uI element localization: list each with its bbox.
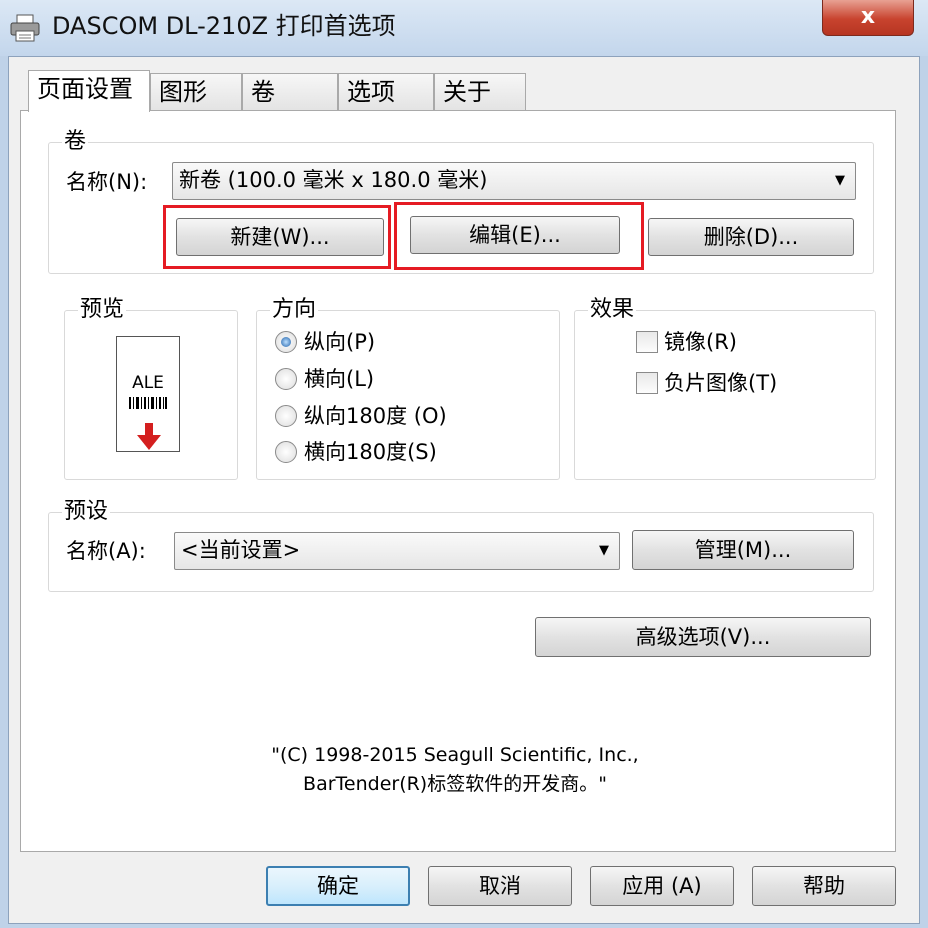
checkbox-mirror-label[interactable]: 镜像(R) [664,328,737,356]
radio-landscape-label[interactable]: 横向(L) [304,365,374,393]
copyright-line-2: BarTender(R)标签软件的开发商。" [303,773,607,795]
preview-sample-text: ALE [132,373,164,393]
ok-button[interactable]: 确定 [266,866,410,906]
manage-presets-button[interactable]: 管理(M)... [632,530,854,570]
chevron-down-icon: ▼ [599,543,609,558]
checkbox-mirror[interactable] [636,331,658,353]
apply-button[interactable]: 应用 (A) [590,866,734,906]
radio-portrait-180[interactable] [275,405,297,427]
delete-roll-button[interactable]: 删除(D)... [648,218,854,256]
tab-about[interactable]: 关于 [434,73,526,111]
feed-direction-arrow-icon [137,423,161,450]
radio-portrait-label[interactable]: 纵向(P) [304,328,375,356]
radio-landscape-180[interactable] [275,441,297,463]
help-button[interactable]: 帮助 [752,866,896,906]
checkbox-negative-label[interactable]: 负片图像(T) [664,369,777,397]
preset-name-label: 名称(A): [66,539,146,563]
tab-roll[interactable]: 卷 [242,73,338,111]
title-bar[interactable]: DASCOM DL-210Z 打印首选项 [0,0,928,56]
tab-page-setup[interactable]: 页面设置 [28,70,150,112]
preset-name-value: <当前设置> [181,538,301,562]
radio-portrait[interactable] [275,331,297,353]
roll-name-label: 名称(N): [66,170,148,194]
window-title: DASCOM DL-210Z 打印首选项 [52,12,396,40]
preset-group-title: 预设 [62,498,111,526]
preview-label: ALE [116,336,180,452]
preset-name-select[interactable]: <当前设置> ▼ [174,532,620,570]
tab-graphics[interactable]: 图形 [150,73,242,111]
checkbox-negative[interactable] [636,372,658,394]
close-button[interactable]: x [822,0,914,36]
new-roll-button[interactable]: 新建(W)... [176,218,384,256]
copyright-line-1: "(C) 1998-2015 Seagull Scientific, Inc., [271,744,639,766]
barcode-icon [129,397,167,409]
roll-name-value: 新卷 (100.0 毫米 x 180.0 毫米) [179,168,488,192]
printer-icon [10,14,40,42]
radio-portrait-180-label[interactable]: 纵向180度 (O) [304,402,447,430]
roll-group-title: 卷 [62,128,89,156]
cancel-button[interactable]: 取消 [428,866,572,906]
radio-landscape[interactable] [275,368,297,390]
roll-name-select[interactable]: 新卷 (100.0 毫米 x 180.0 毫米) ▼ [172,162,856,200]
chevron-down-icon: ▼ [835,173,845,188]
preview-group-title: 预览 [78,296,127,324]
radio-landscape-180-label[interactable]: 横向180度(S) [304,438,437,466]
edit-roll-button[interactable]: 编辑(E)... [410,216,620,254]
orientation-group-title: 方向 [270,296,319,324]
advanced-options-button[interactable]: 高级选项(V)... [535,617,871,657]
effects-group-title: 效果 [588,296,637,324]
close-icon: x [860,4,876,29]
tab-options[interactable]: 选项 [338,73,434,111]
